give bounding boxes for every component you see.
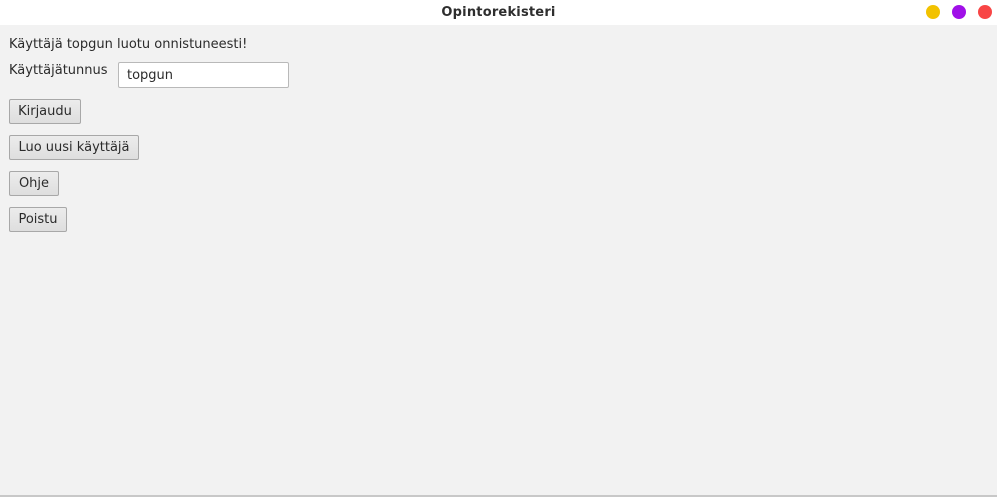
minimize-button[interactable] [926, 5, 940, 19]
exit-button[interactable]: Poistu [9, 207, 67, 232]
app-window: Opintorekisteri Käyttäjä topgun luotu on… [0, 0, 997, 497]
title-bar[interactable]: Opintorekisteri [0, 0, 997, 25]
login-button[interactable]: Kirjaudu [9, 99, 81, 124]
main-panel: Käyttäjä topgun luotu onnistuneesti! Käy… [0, 25, 997, 495]
create-user-button[interactable]: Luo uusi käyttäjä [9, 135, 139, 160]
maximize-button[interactable] [952, 5, 966, 19]
username-input[interactable] [118, 62, 289, 88]
status-message: Käyttäjä topgun luotu onnistuneesti! [9, 37, 248, 52]
username-label: Käyttäjätunnus [9, 63, 108, 78]
help-button[interactable]: Ohje [9, 171, 59, 196]
close-button[interactable] [978, 5, 992, 19]
window-title: Opintorekisteri [441, 5, 556, 20]
